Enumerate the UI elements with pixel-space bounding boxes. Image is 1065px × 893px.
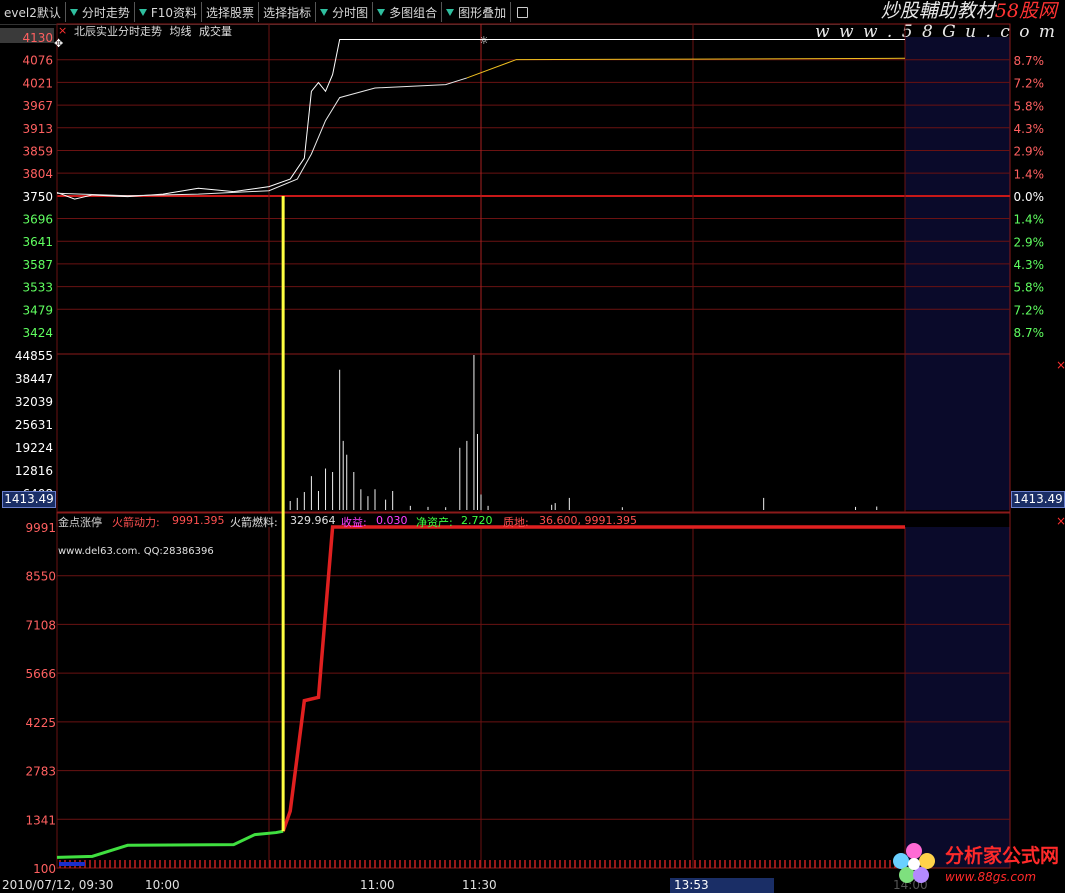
indicator-tick-label: 5666 (25, 667, 56, 681)
indicator-net-assets-label: 净资产: (416, 516, 453, 529)
percent-tick-label: 4.3% (1014, 122, 1045, 136)
percent-tick-label: 4.3% (1014, 258, 1045, 272)
indicator-line-green (56, 829, 284, 859)
indicator-tick-label: 1341 (25, 813, 56, 827)
future-shade-upper (905, 37, 1010, 510)
price-tick-label: 4021 (22, 76, 53, 90)
time-label-1100: 11:00 (360, 878, 395, 892)
price-tick-label: 4130 (22, 31, 53, 45)
legend-volume: 成交量 (199, 25, 232, 38)
logo-url: www.88gs.com (944, 869, 1037, 884)
chart-grid (56, 23, 1011, 869)
percent-tick-label: 5.8% (1014, 99, 1045, 113)
time-cursor-label: 13:53 (670, 878, 774, 893)
indicator-quality-value: 36.600, 9991.395 (539, 514, 637, 527)
axis-ticks: 4130 4076 4021 3967 3913 3859 3804 3750 3696 3641… (0, 28, 1044, 876)
future-shade-lower (905, 527, 1010, 868)
volume-close-icon[interactable]: × (1056, 358, 1065, 372)
price-tick-label: 3859 (22, 144, 53, 158)
indicator-tick-label: 9991 (25, 521, 56, 535)
percent-tick-label: 8.7% (1014, 54, 1045, 68)
price-tick-label: 3533 (22, 281, 53, 295)
price-tick-label: 3750 (22, 190, 53, 204)
price-tick-label: 3967 (22, 99, 53, 113)
indicator-tick-label: 100 (33, 862, 56, 876)
percent-tick-label: 7.2% (1014, 303, 1045, 317)
indicator-tick-label: 4225 (25, 716, 56, 730)
close-icon[interactable]: × (58, 24, 67, 37)
indicator-blue-bar (59, 862, 85, 866)
sun-marker-icon: ☼ (479, 34, 489, 47)
price-tick-label: 4076 (22, 54, 53, 68)
stock-title: 北辰实业分时走势 (74, 25, 162, 38)
indicator-note: www.del63.com. QQ:28386396 (58, 546, 214, 557)
volume-tick-label: 25631 (15, 418, 53, 432)
logo-title: 分析家公式网 (944, 844, 1059, 867)
crosshair-icon: ✥ (54, 37, 64, 50)
indicator-earnings-value: 0.030 (376, 514, 408, 527)
average-line (56, 77, 468, 197)
indicator-tick-label: 7108 (25, 618, 56, 632)
percent-tick-label: 0.0% (1014, 190, 1045, 204)
indicator-frame (56, 512, 1011, 869)
indicator-name: 金点涨停 (58, 516, 102, 529)
volume-tick-label: 19224 (15, 441, 53, 455)
indicator-rocket-power-value: 9991.395 (172, 514, 225, 527)
intraday-chart[interactable]: 4130 4076 4021 3967 3913 3859 3804 3750 3696 3641… (0, 0, 1065, 893)
volume-tick-label: 12816 (15, 464, 53, 478)
scale-box-right: 1413.49 (1011, 491, 1065, 508)
price-tick-label: 3804 (22, 167, 53, 181)
price-tick-label: 3913 (22, 122, 53, 136)
price-tick-label: 3696 (22, 213, 53, 227)
volume-tick-label: 32039 (15, 395, 53, 409)
indicator-net-assets-value: 2.720 (461, 514, 493, 527)
indicator-rocket-power-label: 火箭动力: (112, 516, 160, 529)
percent-tick-label: 7.2% (1014, 77, 1045, 91)
indicator-line-red (281, 525, 905, 832)
price-tick-label: 3641 (22, 235, 53, 249)
percent-tick-label: 1.4% (1014, 213, 1045, 227)
scale-box-left: 1413.49 (2, 491, 56, 508)
indicator-earnings-label: 收益: (341, 516, 367, 529)
price-frame (56, 23, 1011, 513)
percent-tick-label: 5.8% (1014, 281, 1045, 295)
legend-avg: 均线 (169, 25, 192, 38)
volume-tick-label: 44855 (15, 349, 53, 363)
indicator-tick-label: 2783 (25, 765, 56, 779)
indicator-close-icon[interactable]: × (1056, 514, 1065, 528)
indicator-rocket-fuel-value: 329.964 (290, 514, 336, 527)
percent-tick-label: 1.4% (1014, 167, 1045, 181)
percent-tick-label: 2.9% (1014, 145, 1045, 159)
volume-bars (289, 355, 878, 510)
price-panel-header: 北辰实业分时走势 均线 成交量 (74, 23, 232, 39)
percent-tick-label: 8.7% (1014, 326, 1045, 340)
price-tick-label: 3587 (22, 258, 53, 272)
indicator-rocket-fuel-label: 火箭燃料: (230, 516, 278, 529)
time-label-open: 2010/07/12, 09:30 (2, 878, 114, 892)
indicator-tick-label: 8550 (25, 570, 56, 584)
watermark-logo: 分析家公式网 www.88gs.com (887, 837, 1059, 887)
price-tick-label: 3424 (22, 326, 53, 340)
flower-logo-icon (892, 843, 935, 883)
volume-tick-label: 38447 (15, 372, 53, 386)
indicator-quality-label: 质地: (503, 516, 529, 529)
average-line-late (466, 57, 906, 79)
percent-tick-label: 2.9% (1014, 235, 1045, 249)
time-label-1000: 10:00 (145, 878, 180, 892)
time-label-1130: 11:30 (462, 878, 497, 892)
price-tick-label: 3479 (22, 303, 53, 317)
